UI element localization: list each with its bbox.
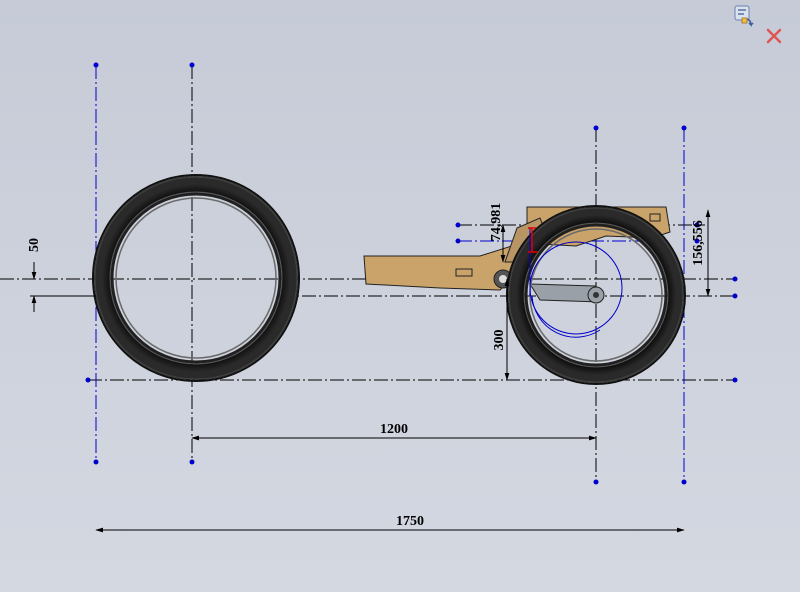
dimension-wheelbase[interactable]: 1200	[191, 422, 597, 441]
sketch-point[interactable]	[732, 293, 738, 299]
sketch-point[interactable]	[593, 125, 599, 131]
sketch-point[interactable]	[85, 377, 91, 383]
dimension-overall-length[interactable]: 1750	[95, 514, 685, 533]
sketch-point[interactable]	[681, 125, 687, 131]
sketch-point[interactable]	[189, 459, 195, 465]
dimension-overall-length-label[interactable]: 1750	[396, 514, 424, 529]
rear-wheel[interactable]	[92, 174, 300, 382]
sketch-point[interactable]	[455, 238, 461, 244]
sketch-point[interactable]	[455, 222, 461, 228]
sketch-point[interactable]	[93, 459, 99, 465]
sketch-point[interactable]	[732, 377, 738, 383]
dimension-swingarm-height[interactable]: 300	[492, 278, 510, 381]
sketch-point[interactable]	[593, 479, 599, 485]
sketch-point[interactable]	[93, 62, 99, 68]
dimension-shock-offset-label[interactable]: 156,556	[691, 220, 706, 266]
sketch-point[interactable]	[681, 479, 687, 485]
dimension-wheelbase-label[interactable]: 1200	[380, 422, 408, 437]
sketch-point[interactable]	[189, 62, 195, 68]
dimension-shock-offset[interactable]: 156,556	[691, 209, 711, 297]
dimension-swingarm-height-label[interactable]: 300	[492, 330, 507, 351]
sketch-point[interactable]	[732, 276, 738, 282]
close-icon[interactable]	[766, 28, 782, 44]
dimension-rear-height[interactable]: 50	[27, 238, 96, 312]
dimension-pivot-offset-label[interactable]: 74,981	[489, 203, 504, 242]
sketch-exit-icon[interactable]	[734, 5, 754, 27]
sketch-canvas[interactable]: 1200 1750 50 300 74,981 156,556	[0, 0, 800, 592]
dimension-rear-height-label[interactable]: 50	[27, 238, 42, 252]
